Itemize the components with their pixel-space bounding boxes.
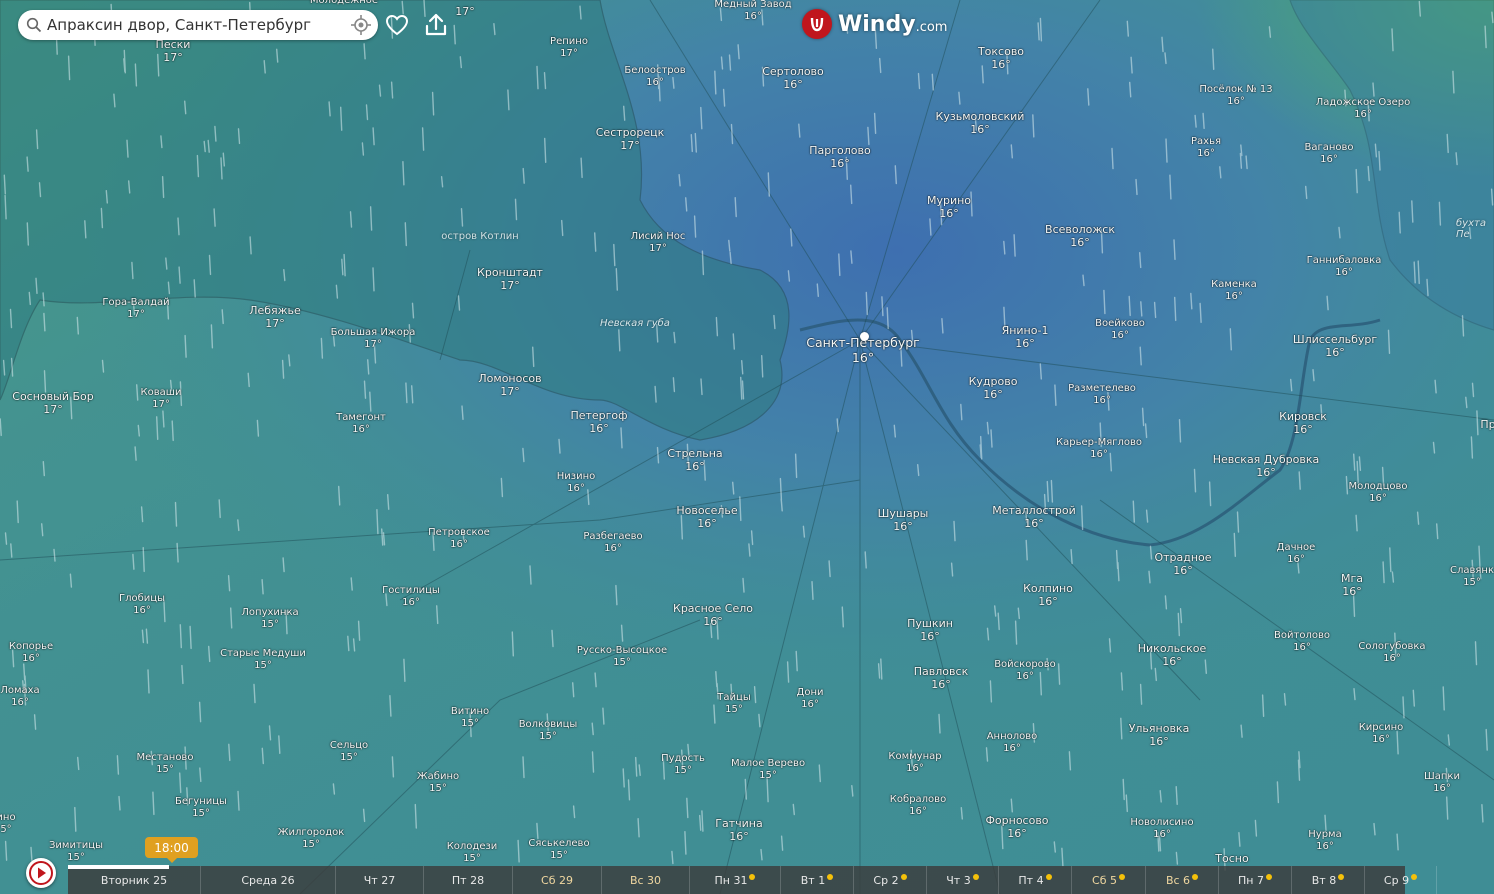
timeline-day[interactable]: Вторник 25	[68, 866, 201, 894]
play-button[interactable]	[26, 858, 56, 888]
share-icon[interactable]	[423, 12, 449, 38]
sun-icon	[1338, 873, 1345, 880]
timeline-day[interactable]: Сб 29	[513, 866, 602, 894]
timeline-day-label: Вс 30	[629, 873, 662, 887]
timeline-day[interactable]: Вт 1	[781, 866, 854, 894]
windy-logo-icon	[802, 9, 832, 39]
sun-icon	[1265, 873, 1272, 880]
timeline-day-label: Чт 3	[946, 873, 971, 887]
timeline-day-label: Вт 1	[800, 873, 826, 887]
timeline-day[interactable]: Пн 7	[1219, 866, 1292, 894]
sun-icon	[1118, 873, 1125, 880]
timeline-day-label: Среда 26	[241, 873, 295, 887]
brand-name: Windy	[838, 11, 916, 37]
brand-suffix: .com	[915, 19, 948, 35]
search-icon	[26, 17, 42, 33]
sun-icon	[1192, 873, 1199, 880]
island-label: остров Котлин	[441, 231, 519, 242]
sun-icon	[972, 873, 979, 880]
timeline-day-label: Ср 2	[873, 873, 899, 887]
current-time-bubble[interactable]: 18:00	[145, 837, 198, 863]
selected-location-marker[interactable]	[860, 332, 869, 341]
sun-icon	[749, 873, 756, 880]
water-label: бухта Пе	[1456, 218, 1486, 240]
timeline-day-label: Вт 8	[1311, 873, 1337, 887]
timeline-day-label: Вс 6	[1165, 873, 1191, 887]
windy-logo[interactable]: Windy .com	[802, 8, 947, 40]
timeline-day[interactable]: Пт 4	[999, 866, 1072, 894]
timeline-day-label: Ср 9	[1383, 873, 1410, 887]
timeline-day[interactable]: Сб 5	[1072, 866, 1146, 894]
timeline-day-label: Пн 7	[1238, 873, 1264, 887]
timeline-day-label: Сб 5	[1092, 873, 1117, 887]
search-input[interactable]: Апраксин двор, Санкт-Петербург	[47, 16, 350, 34]
timeline-day[interactable]: Среда 26	[201, 866, 336, 894]
timeline-bar[interactable]: Вторник 25 Среда 26 Чт 27 Пт 28 Сб 29 Вс 30 Пн…	[68, 866, 1437, 894]
locate-icon[interactable]	[350, 14, 372, 36]
timeline-progress	[68, 865, 169, 869]
sun-icon	[1411, 873, 1418, 880]
sun-icon	[827, 873, 834, 880]
timeline-day[interactable]: Пн 31	[690, 866, 781, 894]
timeline-day[interactable]: Вс 30	[602, 866, 690, 894]
timeline-day[interactable]: Чт 27	[336, 866, 424, 894]
timeline-day-label: Пн 31	[714, 873, 748, 887]
timeline-day[interactable]: Пт 28	[424, 866, 513, 894]
sun-icon	[1045, 873, 1052, 880]
play-icon	[29, 861, 53, 885]
search-bar[interactable]: Апраксин двор, Санкт-Петербург	[18, 10, 378, 40]
timeline-day-label: Пт 28	[451, 873, 485, 887]
timeline-day[interactable]: Вс 6	[1146, 866, 1219, 894]
timeline-day-label: Сб 29	[541, 873, 573, 887]
sun-icon	[900, 873, 907, 880]
water-label: Невская губа	[600, 318, 670, 329]
timeline-day[interactable]: Ср 9	[1365, 866, 1437, 894]
heart-icon[interactable]	[384, 12, 410, 38]
timeline-day[interactable]: Вт 8	[1292, 866, 1365, 894]
timeline-day-label: Вторник 25	[100, 873, 168, 887]
timeline-day-label: Пт 4	[1018, 873, 1044, 887]
weather-map[interactable]	[0, 0, 1494, 894]
timeline-day[interactable]: Ср 2	[854, 866, 927, 894]
timeline-day-label: Чт 27	[363, 873, 396, 887]
timeline-day[interactable]: Чт 3	[927, 866, 999, 894]
